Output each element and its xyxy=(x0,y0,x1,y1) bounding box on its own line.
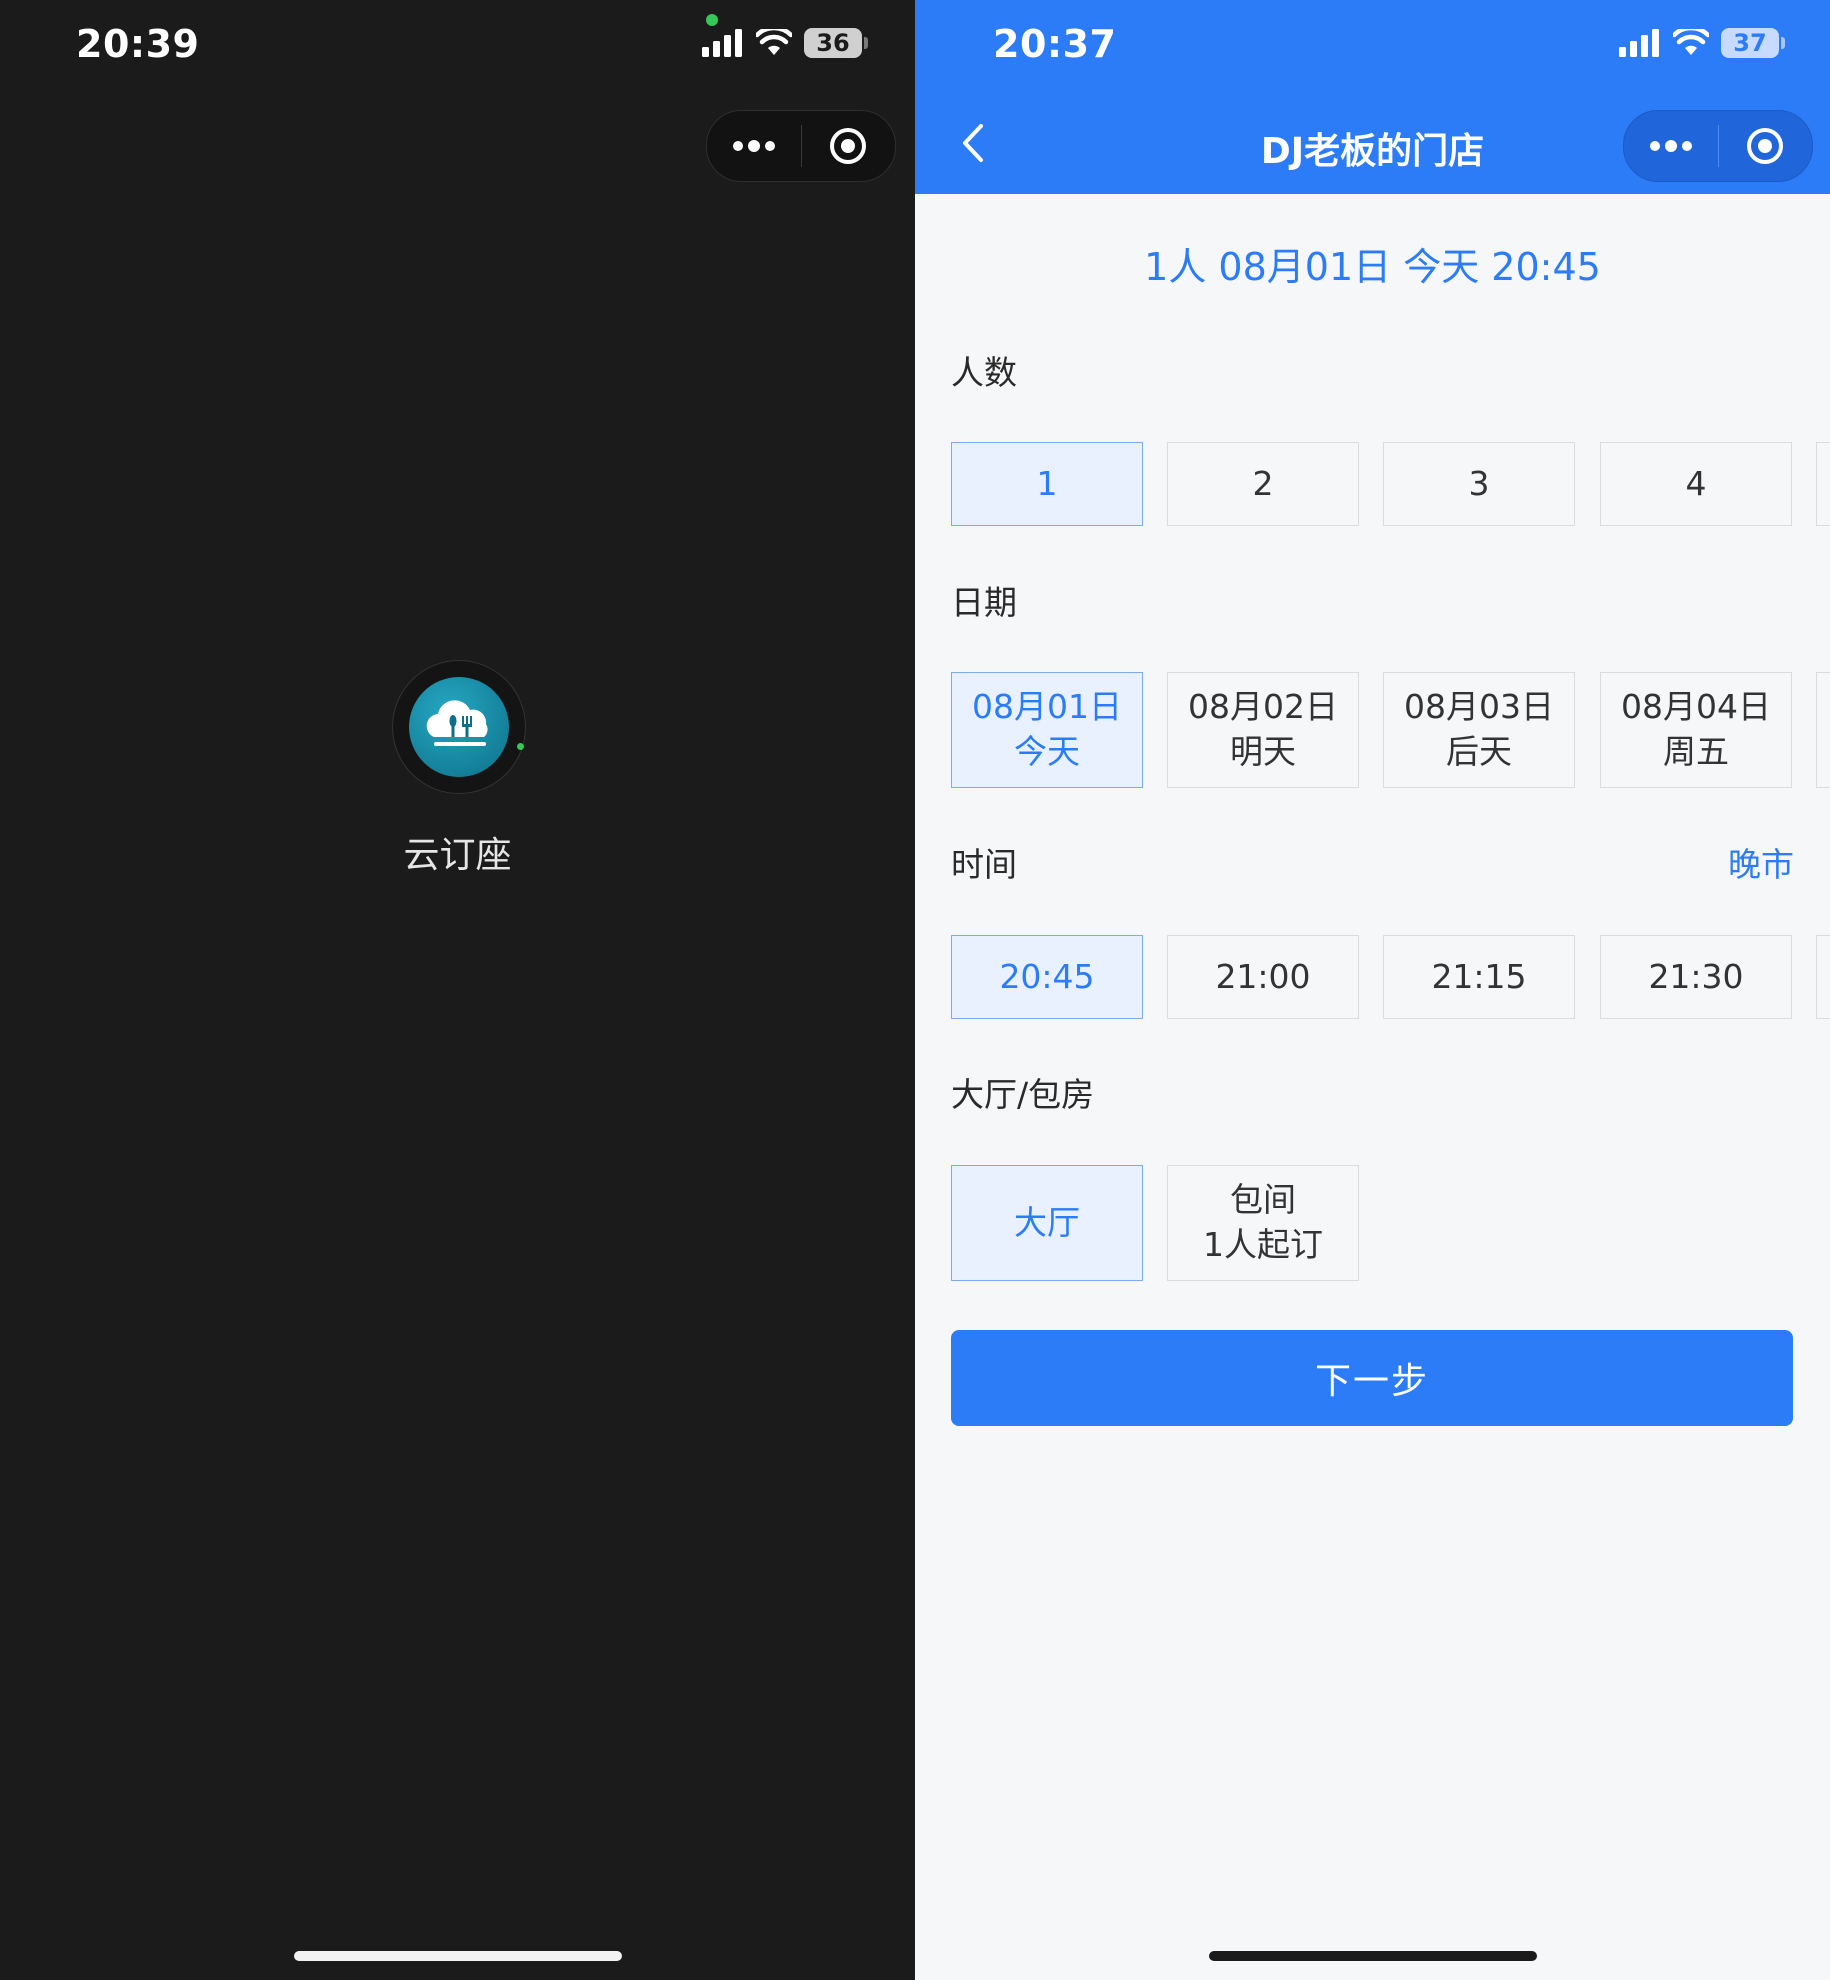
close-miniprogram-button[interactable] xyxy=(1719,111,1813,181)
loading-screen: 20:39 36 云订座 xyxy=(0,0,915,1980)
status-icons: 36 xyxy=(702,28,868,58)
cloud-cutlery-icon xyxy=(409,677,509,777)
cellular-signal-icon xyxy=(1619,29,1659,57)
app-name: 云订座 xyxy=(403,835,512,876)
nav-bar: 20:37 37 DJ老板的门店 xyxy=(915,0,1830,194)
time-label: 时间 xyxy=(951,845,1017,884)
time-option-2130[interactable]: 21:30 xyxy=(1600,935,1792,1019)
people-label: 人数 xyxy=(951,353,1017,392)
option-label: 21:30 xyxy=(1648,956,1744,996)
option-label: 1 xyxy=(1036,463,1058,503)
option-date: 08月01日 xyxy=(972,687,1122,727)
battery-level: 37 xyxy=(1733,29,1767,57)
time-option-2045[interactable]: 20:45 xyxy=(951,935,1143,1019)
status-time: 20:37 xyxy=(993,22,1117,66)
battery-level: 36 xyxy=(816,29,850,57)
target-close-icon xyxy=(1747,128,1784,164)
cellular-signal-icon xyxy=(702,29,742,57)
people-option-1[interactable]: 1 xyxy=(951,442,1143,526)
reservation-screen: 20:37 37 DJ老板的门店 1人 08月01日 今天 20:45 人数 1… xyxy=(915,0,1830,1980)
option-day: 周五 xyxy=(1663,732,1729,771)
date-option-0801[interactable]: 08月01日 今天 xyxy=(951,672,1143,788)
time-option-more[interactable] xyxy=(1816,935,1830,1019)
mic-indicator-icon xyxy=(706,14,718,26)
reservation-summary: 1人 08月01日 今天 20:45 xyxy=(1144,245,1601,289)
status-time: 20:39 xyxy=(76,22,200,66)
date-option-more[interactable] xyxy=(1816,672,1830,788)
room-option-hall[interactable]: 大厅 xyxy=(951,1165,1143,1281)
option-day: 明天 xyxy=(1230,732,1296,771)
target-close-icon xyxy=(830,128,867,164)
option-label: 大厅 xyxy=(1014,1202,1080,1242)
battery-icon: 37 xyxy=(1721,28,1785,58)
option-label: 2 xyxy=(1252,463,1274,503)
time-period-link[interactable]: 晚市 xyxy=(1728,838,1794,886)
miniprogram-capsule xyxy=(1623,110,1813,182)
option-label: 21:00 xyxy=(1215,956,1311,996)
time-option-2115[interactable]: 21:15 xyxy=(1383,935,1575,1019)
wifi-icon xyxy=(756,29,792,55)
room-label: 大厅/包房 xyxy=(951,1075,1095,1114)
date-option-0802[interactable]: 08月02日 明天 xyxy=(1167,672,1359,788)
option-label: 包间 xyxy=(1230,1180,1296,1220)
room-option-private[interactable]: 包间 1人起订 xyxy=(1167,1165,1359,1281)
more-button[interactable] xyxy=(1624,111,1718,181)
wifi-icon xyxy=(1673,29,1709,55)
home-indicator xyxy=(294,1951,622,1961)
people-option-more[interactable] xyxy=(1816,442,1830,526)
close-miniprogram-button[interactable] xyxy=(802,111,896,181)
battery-icon: 36 xyxy=(804,28,868,58)
option-date: 08月02日 xyxy=(1188,687,1338,727)
option-label: 3 xyxy=(1468,463,1490,503)
miniprogram-capsule xyxy=(706,110,896,182)
date-label: 日期 xyxy=(951,583,1017,622)
option-day: 今天 xyxy=(1014,732,1080,771)
people-option-2[interactable]: 2 xyxy=(1167,442,1359,526)
date-option-0803[interactable]: 08月03日 后天 xyxy=(1383,672,1575,788)
more-button[interactable] xyxy=(707,111,801,181)
option-label: 20:45 xyxy=(999,956,1095,996)
loading-indicator xyxy=(517,743,524,750)
app-logo xyxy=(392,660,526,794)
date-option-0804[interactable]: 08月04日 周五 xyxy=(1600,672,1792,788)
option-date: 08月04日 xyxy=(1621,687,1771,727)
status-icons: 37 xyxy=(1619,28,1785,58)
people-option-4[interactable]: 4 xyxy=(1600,442,1792,526)
time-option-2100[interactable]: 21:00 xyxy=(1167,935,1359,1019)
more-dots-icon xyxy=(732,140,775,152)
option-date: 08月03日 xyxy=(1404,687,1554,727)
option-label: 21:15 xyxy=(1431,956,1527,996)
more-dots-icon xyxy=(1649,140,1692,152)
home-indicator xyxy=(1209,1951,1537,1961)
option-note: 1人起订 xyxy=(1203,1225,1323,1264)
option-label: 4 xyxy=(1685,463,1707,503)
people-option-3[interactable]: 3 xyxy=(1383,442,1575,526)
option-day: 后天 xyxy=(1446,732,1512,771)
next-step-button[interactable]: 下一步 xyxy=(951,1330,1793,1426)
